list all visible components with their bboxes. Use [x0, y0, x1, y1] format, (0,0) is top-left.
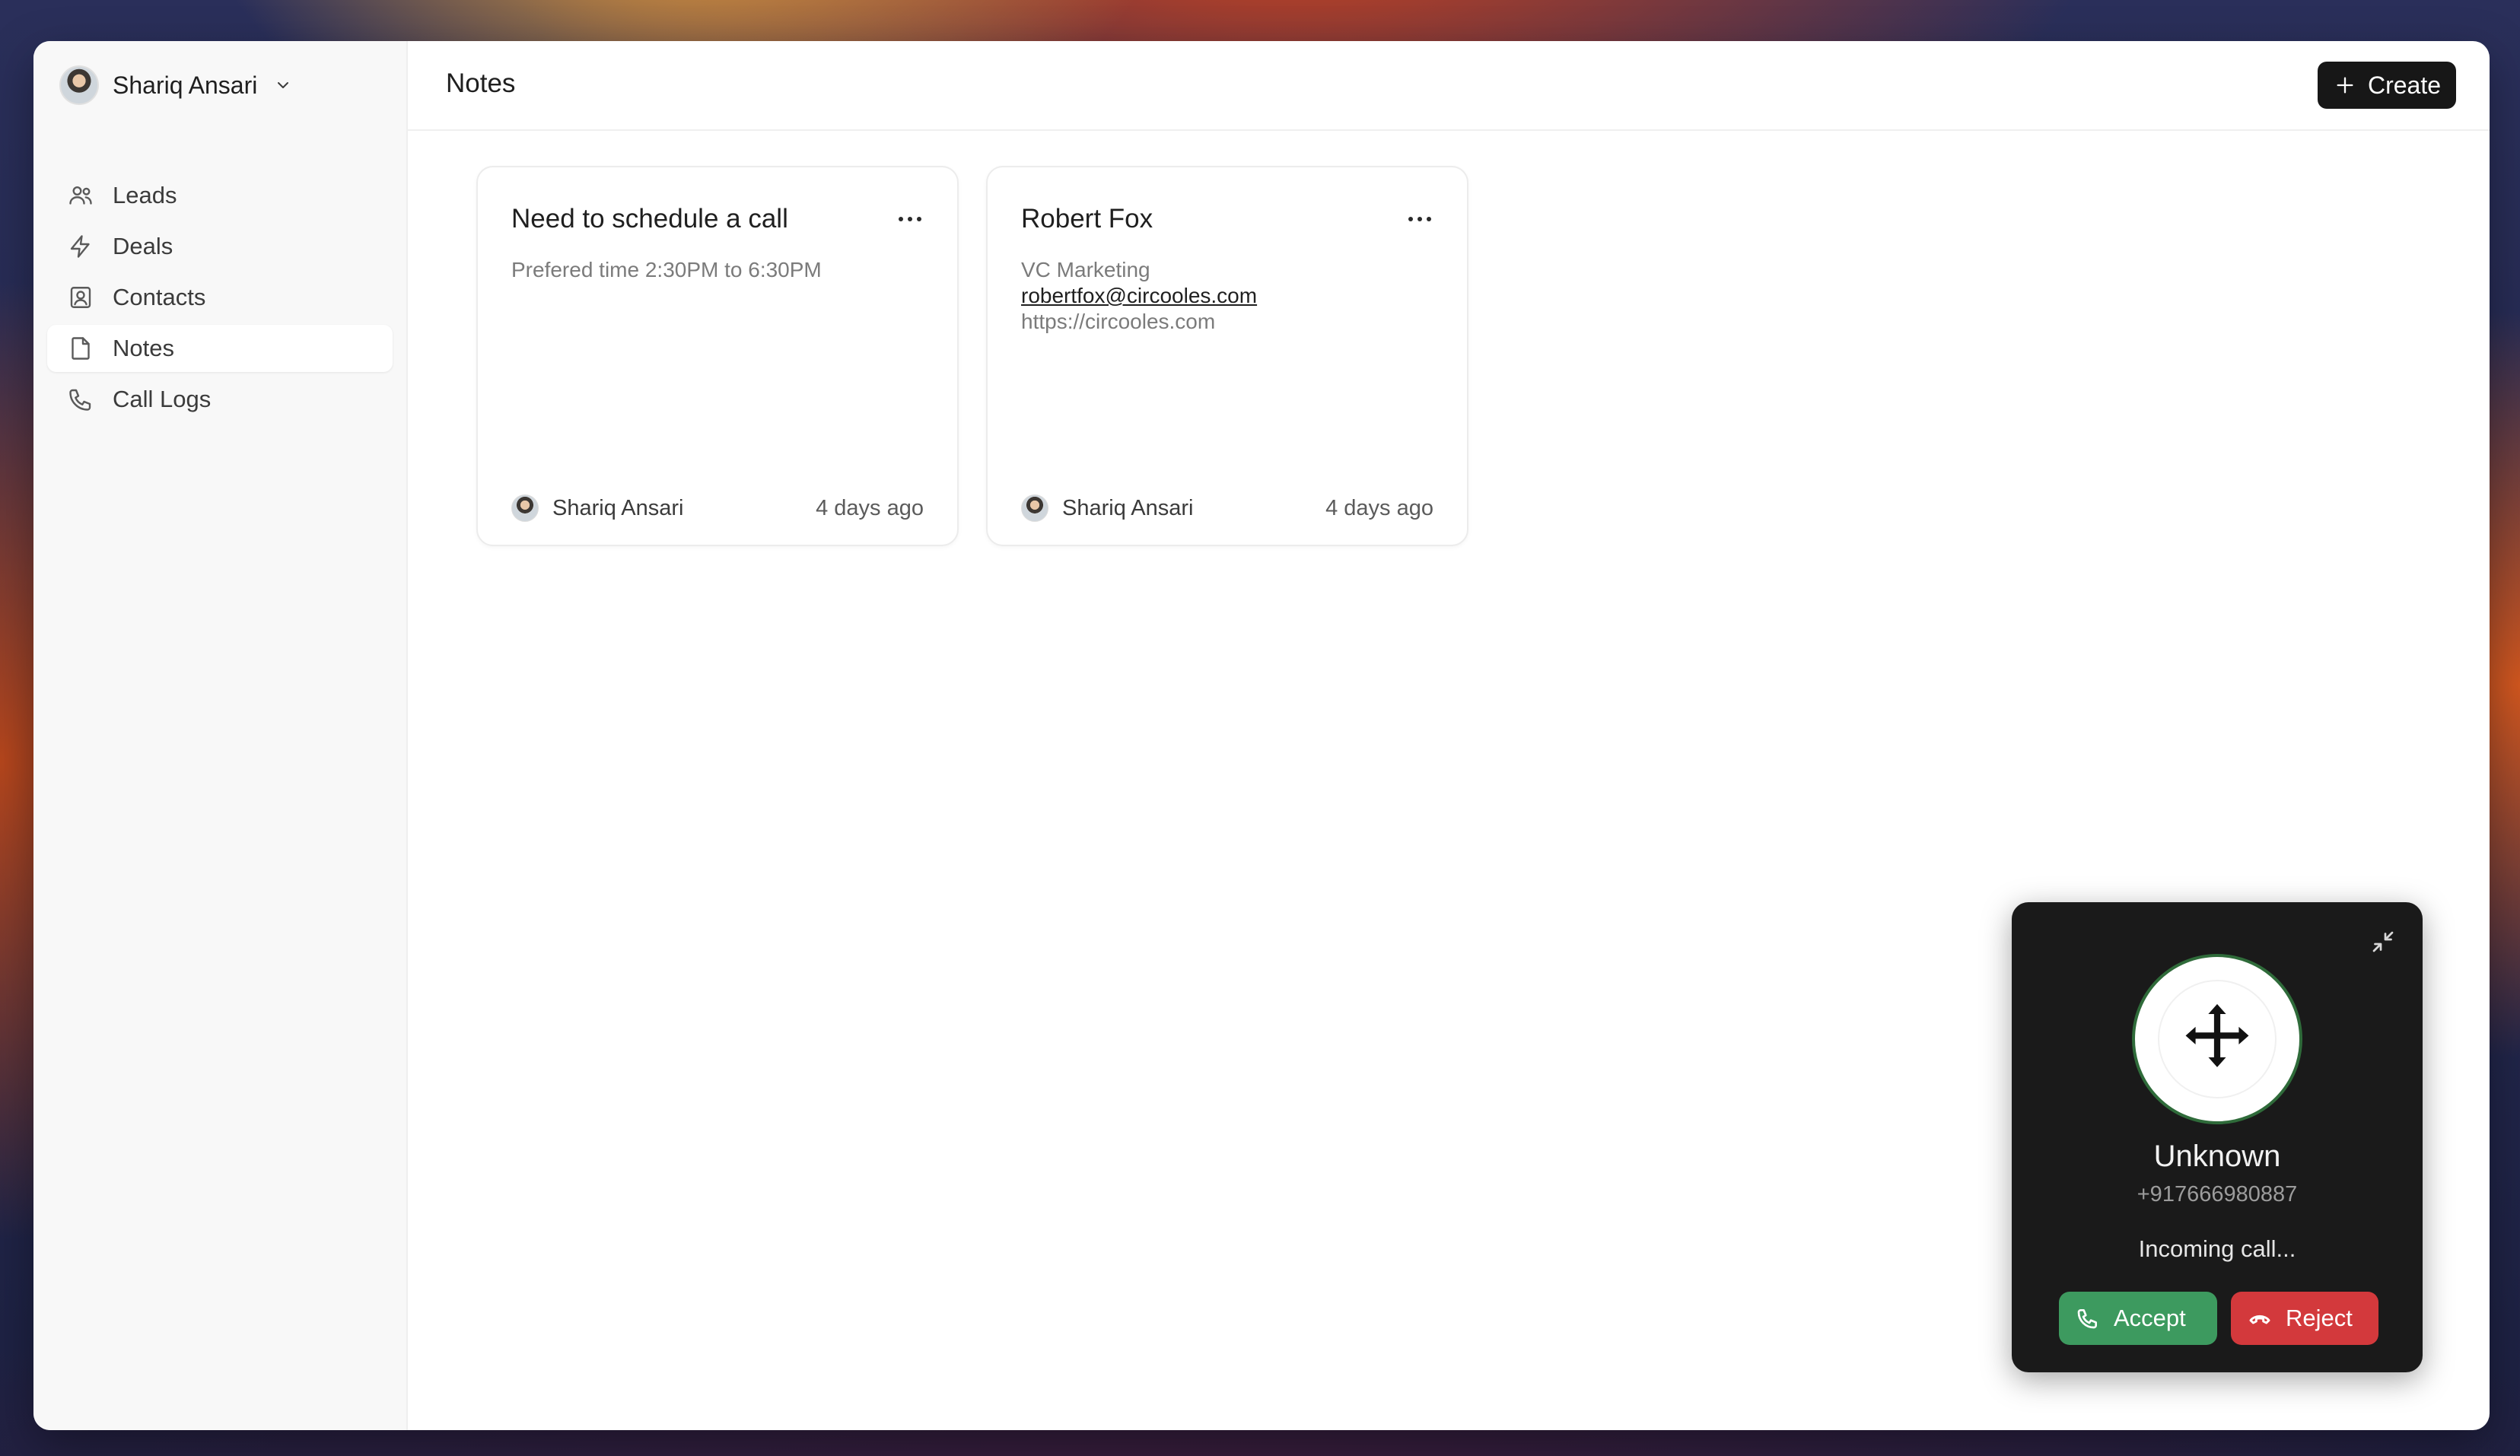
accept-call-button[interactable]: Accept	[2059, 1292, 2217, 1345]
sidebar-item-label: Contacts	[113, 284, 206, 310]
chevron-down-icon	[278, 82, 289, 88]
create-button[interactable]: Create	[2317, 62, 2456, 109]
caller-avatar	[2132, 954, 2302, 1124]
author-name: Shariq Ansari	[1062, 495, 1194, 520]
hang-up-icon	[2249, 1315, 2270, 1324]
user-name: Shariq Ansari	[113, 71, 258, 99]
note-title: Need to schedule a call	[511, 204, 788, 234]
phone-icon	[2077, 1309, 2097, 1329]
sidebar: Shariq Ansari Leads Deals Contacts Notes	[33, 41, 408, 1430]
note-body: Prefered time 2:30PM to 6:30PM	[511, 257, 927, 283]
avatar	[511, 494, 539, 522]
minimize-icon[interactable]	[2369, 928, 2397, 955]
sidebar-item-label: Notes	[113, 335, 174, 361]
sidebar-item-label: Deals	[113, 233, 173, 259]
users-icon	[69, 186, 92, 205]
page-title: Notes	[446, 68, 516, 98]
note-timestamp: 4 days ago	[816, 495, 924, 520]
note-website: https://circooles.com	[1021, 310, 1216, 333]
note-card[interactable]: Need to schedule a call Prefered time 2:…	[476, 166, 959, 546]
accept-label: Accept	[2114, 1305, 2186, 1331]
plus-icon	[2337, 77, 2353, 94]
file-icon	[72, 337, 90, 360]
avatar	[59, 65, 99, 105]
note-email-link[interactable]: robertfox@circooles.com	[1021, 283, 1437, 309]
user-switcher[interactable]: Shariq Ansari	[59, 64, 292, 106]
top-bar: Notes Create	[408, 41, 2490, 131]
note-body: VC Marketing robertfox@circooles.com htt…	[1021, 257, 1437, 335]
sidebar-item-contacts[interactable]: Contacts	[47, 274, 393, 321]
call-actions: Accept Reject	[2059, 1292, 2378, 1345]
caller-number: +917666980887	[2137, 1182, 2298, 1206]
more-options-button[interactable]	[893, 205, 927, 233]
sidebar-nav: Leads Deals Contacts Notes Call Logs	[47, 172, 393, 427]
sidebar-item-notes[interactable]: Notes	[47, 325, 393, 372]
call-status: Incoming call...	[2138, 1235, 2296, 1262]
reject-call-button[interactable]: Reject	[2231, 1292, 2378, 1345]
contact-card-icon	[70, 287, 91, 308]
note-text: Prefered time 2:30PM to 6:30PM	[511, 258, 822, 281]
author-name: Shariq Ansari	[552, 495, 684, 520]
note-author: Shariq Ansari	[511, 494, 684, 522]
more-options-button[interactable]	[1403, 205, 1437, 233]
incoming-call-widget[interactable]: Unknown +917666980887 Incoming call... A…	[2012, 902, 2423, 1372]
lightning-icon	[70, 235, 90, 258]
avatar	[1021, 494, 1048, 522]
sidebar-item-call-logs[interactable]: Call Logs	[47, 376, 393, 423]
move-icon[interactable]	[2175, 997, 2259, 1081]
sidebar-item-deals[interactable]: Deals	[47, 223, 393, 270]
note-company: VC Marketing	[1021, 258, 1150, 281]
note-timestamp: 4 days ago	[1325, 495, 1433, 520]
note-footer: Shariq Ansari 4 days ago	[511, 494, 924, 522]
phone-icon	[69, 389, 91, 411]
note-title: Robert Fox	[1021, 204, 1153, 234]
create-button-label: Create	[2367, 71, 2441, 99]
reject-label: Reject	[2286, 1305, 2353, 1331]
note-footer: Shariq Ansari 4 days ago	[1021, 494, 1433, 522]
caller-name: Unknown	[2153, 1140, 2281, 1173]
sidebar-item-label: Call Logs	[113, 386, 212, 412]
note-card[interactable]: Robert Fox VC Marketing robertfox@circoo…	[986, 166, 1468, 546]
ellipsis-icon	[899, 217, 921, 221]
sidebar-item-leads[interactable]: Leads	[47, 172, 393, 219]
ellipsis-icon	[1408, 217, 1431, 221]
sidebar-item-label: Leads	[113, 182, 177, 208]
note-author: Shariq Ansari	[1021, 494, 1194, 522]
